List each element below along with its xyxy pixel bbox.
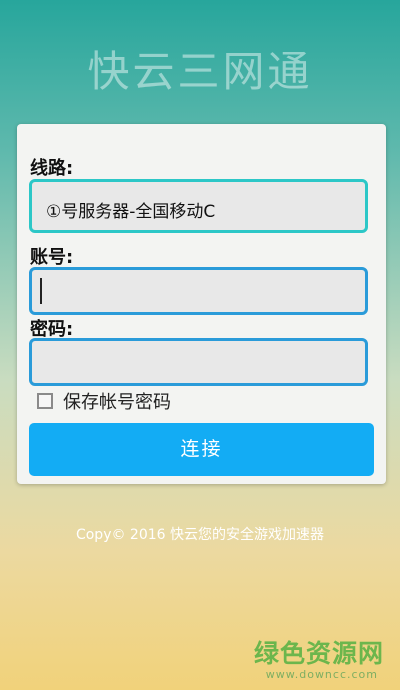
account-field-box	[29, 267, 368, 315]
account-input[interactable]	[32, 270, 365, 312]
text-cursor	[40, 278, 42, 304]
connect-button[interactable]: 连接	[29, 423, 374, 476]
login-card: 线路: ①号服务器-全国移动C 账号: 密码: 保存帐号密码 连接	[17, 124, 386, 484]
watermark-logo: 绿色资源网	[253, 639, 384, 668]
remember-checkbox[interactable]	[37, 393, 53, 409]
password-input[interactable]	[32, 341, 365, 383]
remember-label[interactable]: 保存帐号密码	[63, 388, 171, 414]
line-label: 线路:	[30, 158, 74, 179]
remember-row[interactable]: 保存帐号密码	[37, 389, 171, 413]
password-field-box	[29, 338, 368, 386]
copyright-text: Copy© 2016 快云您的安全游戏加速器	[75, 527, 325, 543]
account-label: 账号:	[30, 247, 74, 268]
line-select[interactable]: ①号服务器-全国移动C	[29, 179, 368, 233]
watermark-url: www.downcc.com	[265, 668, 378, 681]
watermark: 绿色资源网 www.downcc.com	[254, 634, 384, 681]
line-select-value: ①号服务器-全国移动C	[46, 202, 216, 222]
app-title: 快云三网通	[87, 47, 313, 96]
